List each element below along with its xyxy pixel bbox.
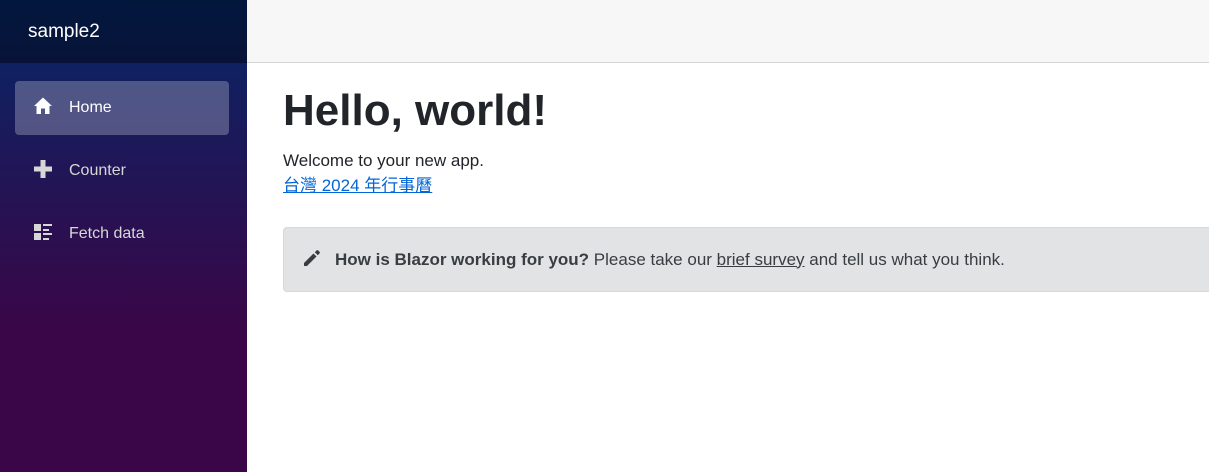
sidebar-item-label: Fetch data [69,225,145,242]
survey-text-after: and tell us what you think. [804,249,1005,269]
app-root: sample2 Home Counter Fetch data Hello, w… [0,0,1209,472]
list-rich-icon [32,221,54,243]
survey-question: How is Blazor working for you? [335,249,590,269]
sidebar-item-fetch-data[interactable]: Fetch data [15,207,229,261]
survey-link[interactable]: brief survey [717,250,805,270]
calendar-link[interactable]: 台灣 2024 年行事曆 [283,174,432,198]
sidebar-item-home[interactable]: Home [15,81,229,135]
brand-bar: sample2 [0,0,247,63]
survey-text-before: Please take our [589,249,717,269]
nav-menu: Home Counter Fetch data [0,63,247,261]
welcome-text: Welcome to your new app. [283,151,484,170]
sidebar-item-label: Counter [69,162,126,179]
survey-prompt: How is Blazor working for you? Please ta… [283,227,1209,292]
main-content: Hello, world! Welcome to your new app. 台… [283,63,1209,292]
pencil-icon [301,247,323,269]
top-row [247,0,1209,63]
plus-icon [32,158,54,180]
page-title: Hello, world! [283,86,547,135]
brand-link[interactable]: sample2 [28,21,100,43]
home-icon [32,95,54,117]
sidebar-item-label: Home [69,99,112,116]
sidebar: sample2 Home Counter Fetch data [0,0,247,472]
sidebar-item-counter[interactable]: Counter [15,144,229,198]
